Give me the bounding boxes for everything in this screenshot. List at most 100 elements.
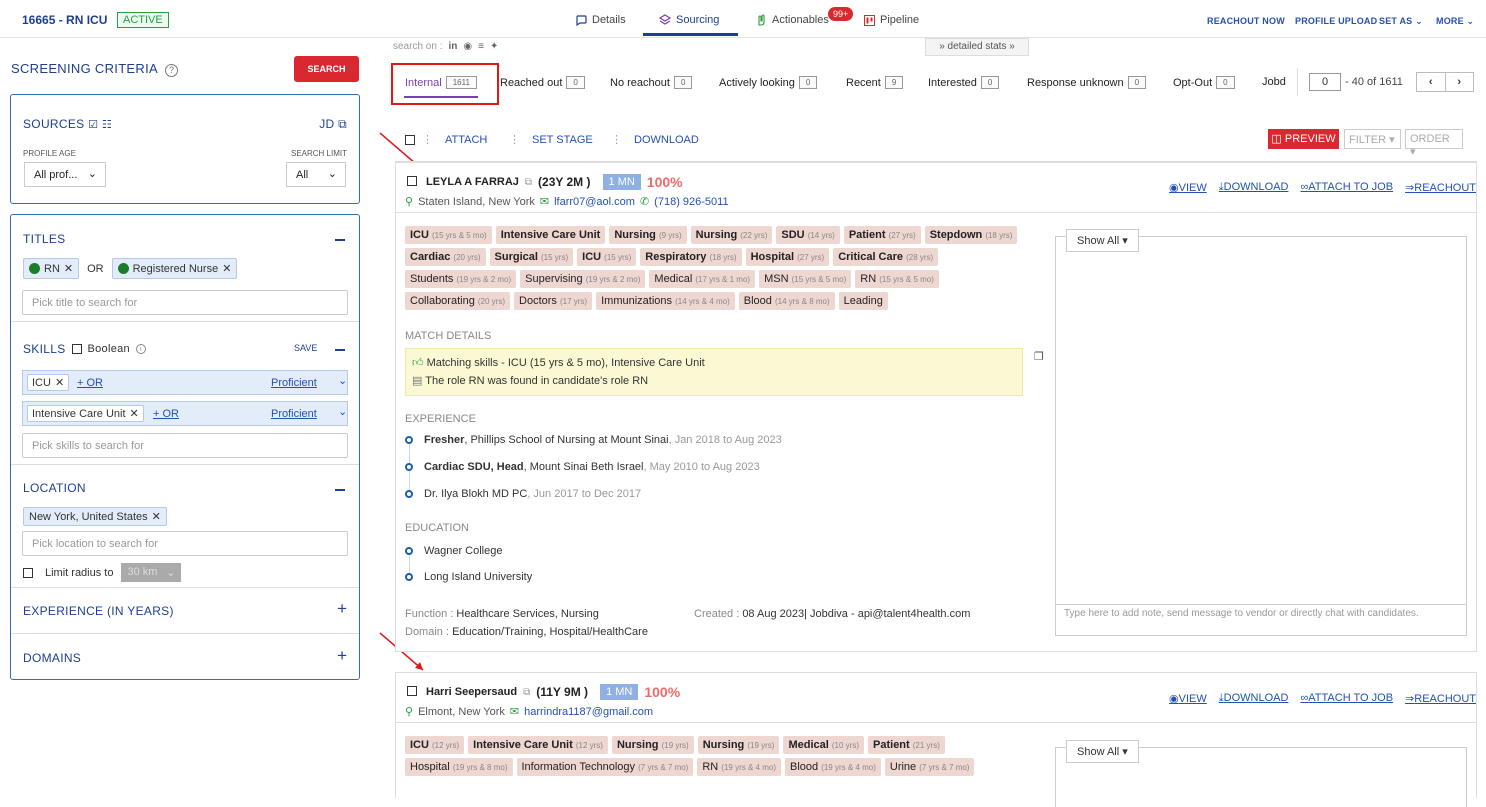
filter-tab-recent[interactable]: Recent 9 <box>846 76 904 89</box>
set-as-dropdown[interactable]: SET AS ⌄ <box>1379 16 1423 27</box>
download-button[interactable]: DOWNLOAD <box>634 134 699 146</box>
info-icon[interactable]: i <box>135 344 146 354</box>
close-icon[interactable]: ✕ <box>130 407 139 420</box>
close-icon[interactable]: ✕ <box>55 376 64 389</box>
show-all-dropdown[interactable]: Show All ▾ <box>1066 740 1139 763</box>
skill-tag-label: Blood <box>743 295 772 307</box>
tab-sourcing[interactable]: Sourcing <box>659 14 719 26</box>
tab-pipeline[interactable]: Pipeline <box>864 14 919 26</box>
filter-tab-reached-out[interactable]: Reached out 0 <box>500 76 585 89</box>
skill-tags: ICU (15 yrs & 5 mo) Intensive Care Unit Nu… <box>405 226 1045 314</box>
skill-search-input[interactable]: Pick skills to search for <box>22 433 348 458</box>
preview-button[interactable]: ◫ PREVIEW <box>1268 129 1339 149</box>
attach-to-job-link[interactable]: ∞ATTACH TO JOB <box>1300 692 1393 705</box>
collapse-skills-icon[interactable] <box>335 349 345 351</box>
chevron-right-icon[interactable]: › <box>1446 73 1474 91</box>
add-or-link[interactable]: + OR <box>153 408 179 420</box>
filter-tab-jobd[interactable]: Jobd <box>1262 76 1286 88</box>
filter-dropdown[interactable]: FILTER ▾ <box>1344 129 1401 149</box>
view-link[interactable]: ◉VIEW <box>1169 181 1207 194</box>
candidate-email[interactable]: lfarr07@aol.com <box>554 196 635 208</box>
set-stage-button[interactable]: SET STAGE <box>532 134 593 146</box>
pager-input[interactable]: 0 <box>1309 73 1341 91</box>
detailed-stats-label: detailed stats <box>947 41 1007 52</box>
attach-to-job-link[interactable]: ∞ATTACH TO JOB <box>1300 181 1393 194</box>
github-icon[interactable]: ◉ <box>463 41 472 52</box>
chevron-left-icon[interactable]: ‹ <box>1417 73 1446 91</box>
detailed-stats-toggle[interactable]: » detailed stats » <box>925 38 1029 56</box>
location-search-input[interactable]: Pick location to search for <box>22 531 348 556</box>
link-label: ATTACH TO JOB <box>1308 692 1394 704</box>
linkedin-icon[interactable]: in <box>448 41 457 52</box>
copy-icon[interactable]: ❐ <box>1034 350 1044 363</box>
add-or-link[interactable]: + OR <box>77 377 103 389</box>
close-icon[interactable]: ✕ <box>222 262 231 275</box>
proficiency-select[interactable]: Proficient <box>271 408 317 420</box>
jd-link[interactable]: JD ⧉ <box>319 117 347 132</box>
edit-icon[interactable]: ☑ <box>88 119 98 131</box>
screening-criteria-title: SCREENING CRITERIA ? <box>11 61 179 77</box>
candidate-name[interactable]: Harri Seepersaud <box>426 686 517 698</box>
candidate-name[interactable]: LEYLA A FARRAJ <box>426 176 519 188</box>
show-all-dropdown[interactable]: Show All ▾ <box>1066 229 1139 252</box>
radius-select[interactable]: 30 km ⌄ <box>121 563 182 582</box>
chevron-down-icon[interactable]: ⌄ <box>338 405 347 418</box>
filter-tab-no-reachout[interactable]: No reachout 0 <box>610 76 693 89</box>
more-vertical-icon[interactable]: ⋮ <box>509 133 520 146</box>
search-button[interactable]: SEARCH <box>294 56 359 82</box>
external-link-icon[interactable]: ⧉ <box>523 687 530 698</box>
more-vertical-icon[interactable]: ⋮ <box>611 133 622 146</box>
save-skills-link[interactable]: SAVE <box>294 343 317 353</box>
job-dates: , Jan 2018 to Aug 2023 <box>668 434 782 446</box>
expand-domains-icon[interactable]: + <box>337 646 347 666</box>
skill-tag-label: Nursing <box>702 739 745 751</box>
profile-upload-link[interactable]: PROFILE UPLOAD <box>1295 16 1377 26</box>
attach-button[interactable]: ATTACH <box>445 134 487 146</box>
tab-details[interactable]: Details <box>575 14 626 26</box>
candidate-email[interactable]: harrindra1187@gmail.com <box>524 706 653 718</box>
boolean-checkbox[interactable] <box>71 344 82 354</box>
filter-tab-opt-out[interactable]: Opt-Out 0 <box>1173 76 1235 89</box>
reachout-link[interactable]: ⇒REACHOUT <box>1405 692 1476 705</box>
candidate-card: Harri Seepersaud ⧉ (11Y 9M ) 1 MN 100% ⚲… <box>395 672 1477 807</box>
filter-tab-interested[interactable]: Interested 0 <box>928 76 1000 89</box>
preview-label: PREVIEW <box>1284 133 1336 145</box>
skill-tag-duration: (19 yrs & 4 mo) <box>721 763 776 772</box>
candidate-checkbox[interactable] <box>407 686 417 696</box>
database-icon[interactable]: ☷ <box>102 119 112 131</box>
note-input[interactable]: Type here to add note, send message to v… <box>1056 604 1466 635</box>
filter-tab-actively-looking[interactable]: Actively looking 0 <box>719 76 818 89</box>
close-icon[interactable]: ✕ <box>64 262 73 275</box>
candidate-phone[interactable]: (718) 926-5011 <box>654 196 728 208</box>
search-limit-select[interactable]: All ⌄ <box>286 162 346 187</box>
twitter-icon[interactable]: ✦ <box>490 41 498 52</box>
help-icon[interactable]: ? <box>165 64 179 77</box>
external-link-icon[interactable]: ⧉ <box>525 177 532 188</box>
close-icon[interactable]: ✕ <box>152 510 161 523</box>
divider <box>11 464 359 465</box>
order-dropdown[interactable]: ORDER ▾ <box>1405 129 1463 158</box>
profile-age-select[interactable]: All prof... ⌄ <box>24 162 106 187</box>
tab-actionables[interactable]: Actionables <box>755 14 829 26</box>
collapse-titles-icon[interactable] <box>335 239 345 241</box>
experience-section[interactable]: EXPERIENCE (IN YEARS) <box>23 604 174 618</box>
download-link[interactable]: ⤓DOWNLOAD <box>1219 181 1289 194</box>
limit-radius-checkbox[interactable] <box>23 567 33 578</box>
candidate-checkbox[interactable] <box>407 176 417 186</box>
domains-section[interactable]: DOMAINS <box>23 651 81 665</box>
chip-label: New York, United States <box>29 510 148 523</box>
title-chip-rn: RN ✕ <box>23 258 80 279</box>
view-link[interactable]: ◉VIEW <box>1169 692 1207 705</box>
collapse-location-icon[interactable] <box>335 489 345 491</box>
download-link[interactable]: ⤓DOWNLOAD <box>1219 692 1289 705</box>
reachout-now-link[interactable]: REACHOUT NOW <box>1207 16 1285 26</box>
more-dropdown[interactable]: MORE ⌄ <box>1436 16 1474 27</box>
stackoverflow-icon[interactable]: ≡ <box>478 41 484 52</box>
job-title: Fresher <box>424 434 465 446</box>
expand-experience-icon[interactable]: + <box>337 599 347 619</box>
title-search-input[interactable]: Pick title to search for <box>22 290 348 315</box>
chevron-down-icon[interactable]: ⌄ <box>338 374 347 387</box>
filter-tab-response-unknown[interactable]: Response unknown 0 <box>1027 76 1147 89</box>
reachout-link[interactable]: ⇒REACHOUT <box>1405 181 1476 194</box>
proficiency-select[interactable]: Proficient <box>271 377 317 389</box>
